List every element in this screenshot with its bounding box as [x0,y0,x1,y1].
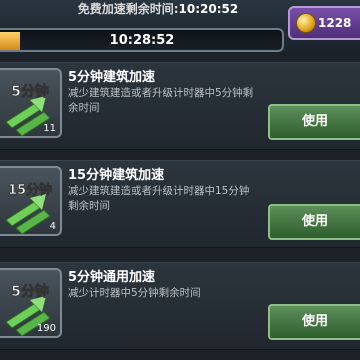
use-button[interactable]: 使用 [268,304,360,340]
item-title: 5分钟通用加速 [68,270,156,285]
list-item-speedup-5min-building: 5分钟 11 5分钟建筑加速 减少建筑建造或者升级计时器中5分钟剩余时间 使用 [0,62,360,150]
speedup-item-icon-frame[interactable]: 15分钟 4 [0,166,62,236]
gold-coin-icon [296,13,316,33]
item-title: 15分钟建筑加速 [68,168,165,183]
top-bar: 免费加速剩余时间:10:20:52 10:28:52 1228 [0,0,360,56]
coin-balance-button[interactable]: 1228 [288,6,360,40]
item-description: 减少建筑建造或者升级计时器中15分钟剩余时间 [68,185,250,212]
coin-count: 1228 [318,16,352,30]
icon-label: 5分钟 [11,83,49,100]
icon-label: 5分钟 [11,283,49,300]
use-button[interactable]: 使用 [268,104,360,140]
item-count: 11 [43,123,56,134]
free-timer-label: 免费加速剩余时间: [77,2,179,16]
item-count: 190 [36,323,56,334]
item-count: 4 [49,221,56,232]
speedup-item-icon-frame[interactable]: 5分钟 190 [0,268,62,338]
use-button[interactable]: 使用 [268,204,360,240]
list-item-speedup-5min-general: 5分钟 190 5分钟通用加速 减少计时器中5分钟剩余时间 使用 [0,262,360,350]
icon-label: 15分钟 [8,182,52,198]
progress-time: 10:28:52 [109,33,175,48]
speedup-item-icon-frame[interactable]: 5分钟 11 [0,68,62,138]
build-progress-bar: 10:28:52 [0,28,284,52]
item-description: 减少建筑建造或者升级计时器中5分钟剩余时间 [68,87,254,114]
item-description: 减少计时器中5分钟剩余时间 [68,287,201,299]
free-speedup-timer: 免费加速剩余时间:10:20:52 [48,0,268,18]
item-title: 5分钟建筑加速 [68,70,156,85]
list-item-speedup-15min-building: 15分钟 4 15分钟建筑加速 减少建筑建造或者升级计时器中15分钟剩余时间 使… [0,160,360,248]
free-timer-value: 10:20:52 [178,2,239,16]
